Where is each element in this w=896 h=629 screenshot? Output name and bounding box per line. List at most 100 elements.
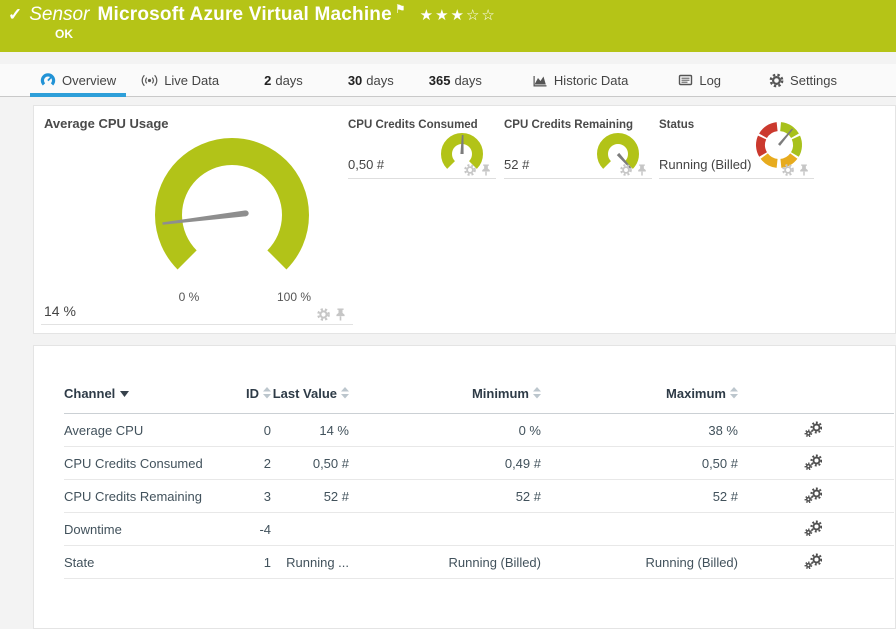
channels-panel: Channel ID Last Value Minimum Maximum [33, 345, 896, 629]
table-row[interactable]: CPU Credits Consumed 2 0,50 # 0,49 # 0,5… [64, 447, 894, 480]
channel-id: 3 [204, 480, 271, 513]
tab-label: days [366, 73, 393, 88]
broadcast-icon [141, 73, 158, 88]
channel-name: Average CPU [64, 414, 204, 447]
tab-log[interactable]: Log [668, 64, 731, 96]
column-label: Minimum [472, 386, 529, 401]
channel-maximum: 0,50 # [541, 447, 738, 480]
chart-icon [532, 73, 548, 88]
table-row[interactable]: Average CPU 0 14 % 0 % 38 % [64, 414, 894, 447]
channels-table: Channel ID Last Value Minimum Maximum [64, 386, 894, 579]
gauge-title: Status [659, 119, 694, 131]
channel-last-value: 14 % [271, 414, 349, 447]
table-row[interactable]: Downtime -4 [64, 513, 894, 546]
channel-settings-gears-icon[interactable] [804, 553, 822, 569]
gauge-pin-icon[interactable] [636, 164, 648, 176]
channel-last-value [271, 513, 349, 546]
tab-label: Historic Data [554, 73, 628, 88]
gauges-panel: Average CPU Usage 0 % 100 % 14 % CPU Cre… [33, 105, 896, 334]
sort-caret-icon [120, 391, 129, 397]
channel-last-value: 52 # [271, 480, 349, 513]
column-header-last-value[interactable]: Last Value [271, 386, 349, 414]
gauge-value: 14 % [44, 303, 76, 319]
tab-label: days [454, 73, 481, 88]
tab-historic-data[interactable]: Historic Data [522, 64, 638, 96]
channel-name: State [64, 546, 204, 579]
column-header-channel[interactable]: Channel [64, 386, 204, 414]
channel-name: Downtime [64, 513, 204, 546]
gauge-value: 0,50 # [348, 157, 384, 172]
tab-label-number: 30 [348, 73, 362, 88]
tab-overview[interactable]: Overview [30, 64, 126, 96]
table-row[interactable]: State 1 Running ... Running (Billed) Run… [64, 546, 894, 579]
gear-icon [769, 73, 784, 88]
gauge-pin-icon[interactable] [334, 308, 347, 321]
column-header-maximum[interactable]: Maximum [541, 386, 738, 414]
channel-maximum: 38 % [541, 414, 738, 447]
sensor-status-badge: OK [55, 27, 73, 41]
log-icon [678, 73, 693, 87]
cpu-credits-remaining-section: CPU Credits Remaining 52 # [504, 116, 652, 179]
channel-id: 1 [204, 546, 271, 579]
tab-label-number: 365 [429, 73, 451, 88]
table-header-row: Channel ID Last Value Minimum Maximum [64, 386, 894, 414]
gauge-pin-icon[interactable] [480, 164, 492, 176]
gauge-value: 52 # [504, 157, 529, 172]
sort-icon [341, 387, 349, 399]
channel-last-value: 0,50 # [271, 447, 349, 480]
gauge-settings-gear-icon[interactable] [317, 308, 330, 321]
prtg-sensor-page: ✓ Sensor Microsoft Azure Virtual Machine… [0, 0, 896, 629]
channel-minimum: 52 # [349, 480, 541, 513]
object-kind-label: Sensor [29, 4, 89, 26]
sort-icon [533, 387, 541, 399]
channel-settings-gears-icon[interactable] [804, 454, 822, 470]
average-cpu-gauge [137, 120, 327, 310]
gauge-icon [40, 72, 56, 88]
channel-minimum [349, 513, 541, 546]
tab-label: Overview [62, 73, 116, 88]
column-header-minimum[interactable]: Minimum [349, 386, 541, 414]
channel-minimum: 0 % [349, 414, 541, 447]
tab-label: Settings [790, 73, 837, 88]
channel-last-value: Running ... [271, 546, 349, 579]
gauge-settings-gear-icon[interactable] [464, 164, 476, 176]
divider [41, 324, 353, 325]
sensor-header: ✓ Sensor Microsoft Azure Virtual Machine… [0, 0, 896, 52]
channel-settings-gears-icon[interactable] [804, 520, 822, 536]
channel-minimum: Running (Billed) [349, 546, 541, 579]
channel-minimum: 0,49 # [349, 447, 541, 480]
page-title: Microsoft Azure Virtual Machine [97, 4, 391, 26]
channel-settings-gears-icon[interactable] [804, 487, 822, 503]
tab-label: days [275, 73, 302, 88]
tab-label: Live Data [164, 73, 219, 88]
column-header-actions [738, 386, 894, 414]
channel-id: 0 [204, 414, 271, 447]
channel-id: -4 [204, 513, 271, 546]
channel-settings-gears-icon[interactable] [804, 421, 822, 437]
column-label: ID [246, 386, 259, 401]
priority-stars[interactable]: ★★★☆☆ [420, 6, 497, 24]
channel-maximum: Running (Billed) [541, 546, 738, 579]
channel-id: 2 [204, 447, 271, 480]
status-check-icon: ✓ [8, 5, 22, 25]
table-row[interactable]: CPU Credits Remaining 3 52 # 52 # 52 # [64, 480, 894, 513]
tab-live-data[interactable]: Live Data [131, 64, 229, 96]
tab-365-days[interactable]: 365 days [419, 64, 492, 96]
channel-name: CPU Credits Remaining [64, 480, 204, 513]
gauge-value: Running (Billed) [659, 157, 752, 172]
status-section: Status Running (Billed) [659, 116, 814, 179]
tab-bar: Overview Live Data 2 days 30 days 365 da… [0, 64, 896, 97]
gauge-settings-gear-icon[interactable] [782, 164, 794, 176]
tab-label-number: 2 [264, 73, 271, 88]
tab-2-days[interactable]: 2 days [254, 64, 313, 96]
column-header-id[interactable]: ID [204, 386, 271, 414]
gauge-settings-gear-icon[interactable] [620, 164, 632, 176]
column-label: Maximum [666, 386, 726, 401]
channel-maximum: 52 # [541, 480, 738, 513]
gauge-pin-icon[interactable] [798, 164, 810, 176]
cpu-credits-consumed-section: CPU Credits Consumed 0,50 # [348, 116, 496, 179]
tab-label: Log [699, 73, 721, 88]
tab-settings[interactable]: Settings [759, 64, 847, 96]
priority-flag-icon[interactable]: ⚑ [395, 2, 406, 16]
tab-30-days[interactable]: 30 days [338, 64, 404, 96]
